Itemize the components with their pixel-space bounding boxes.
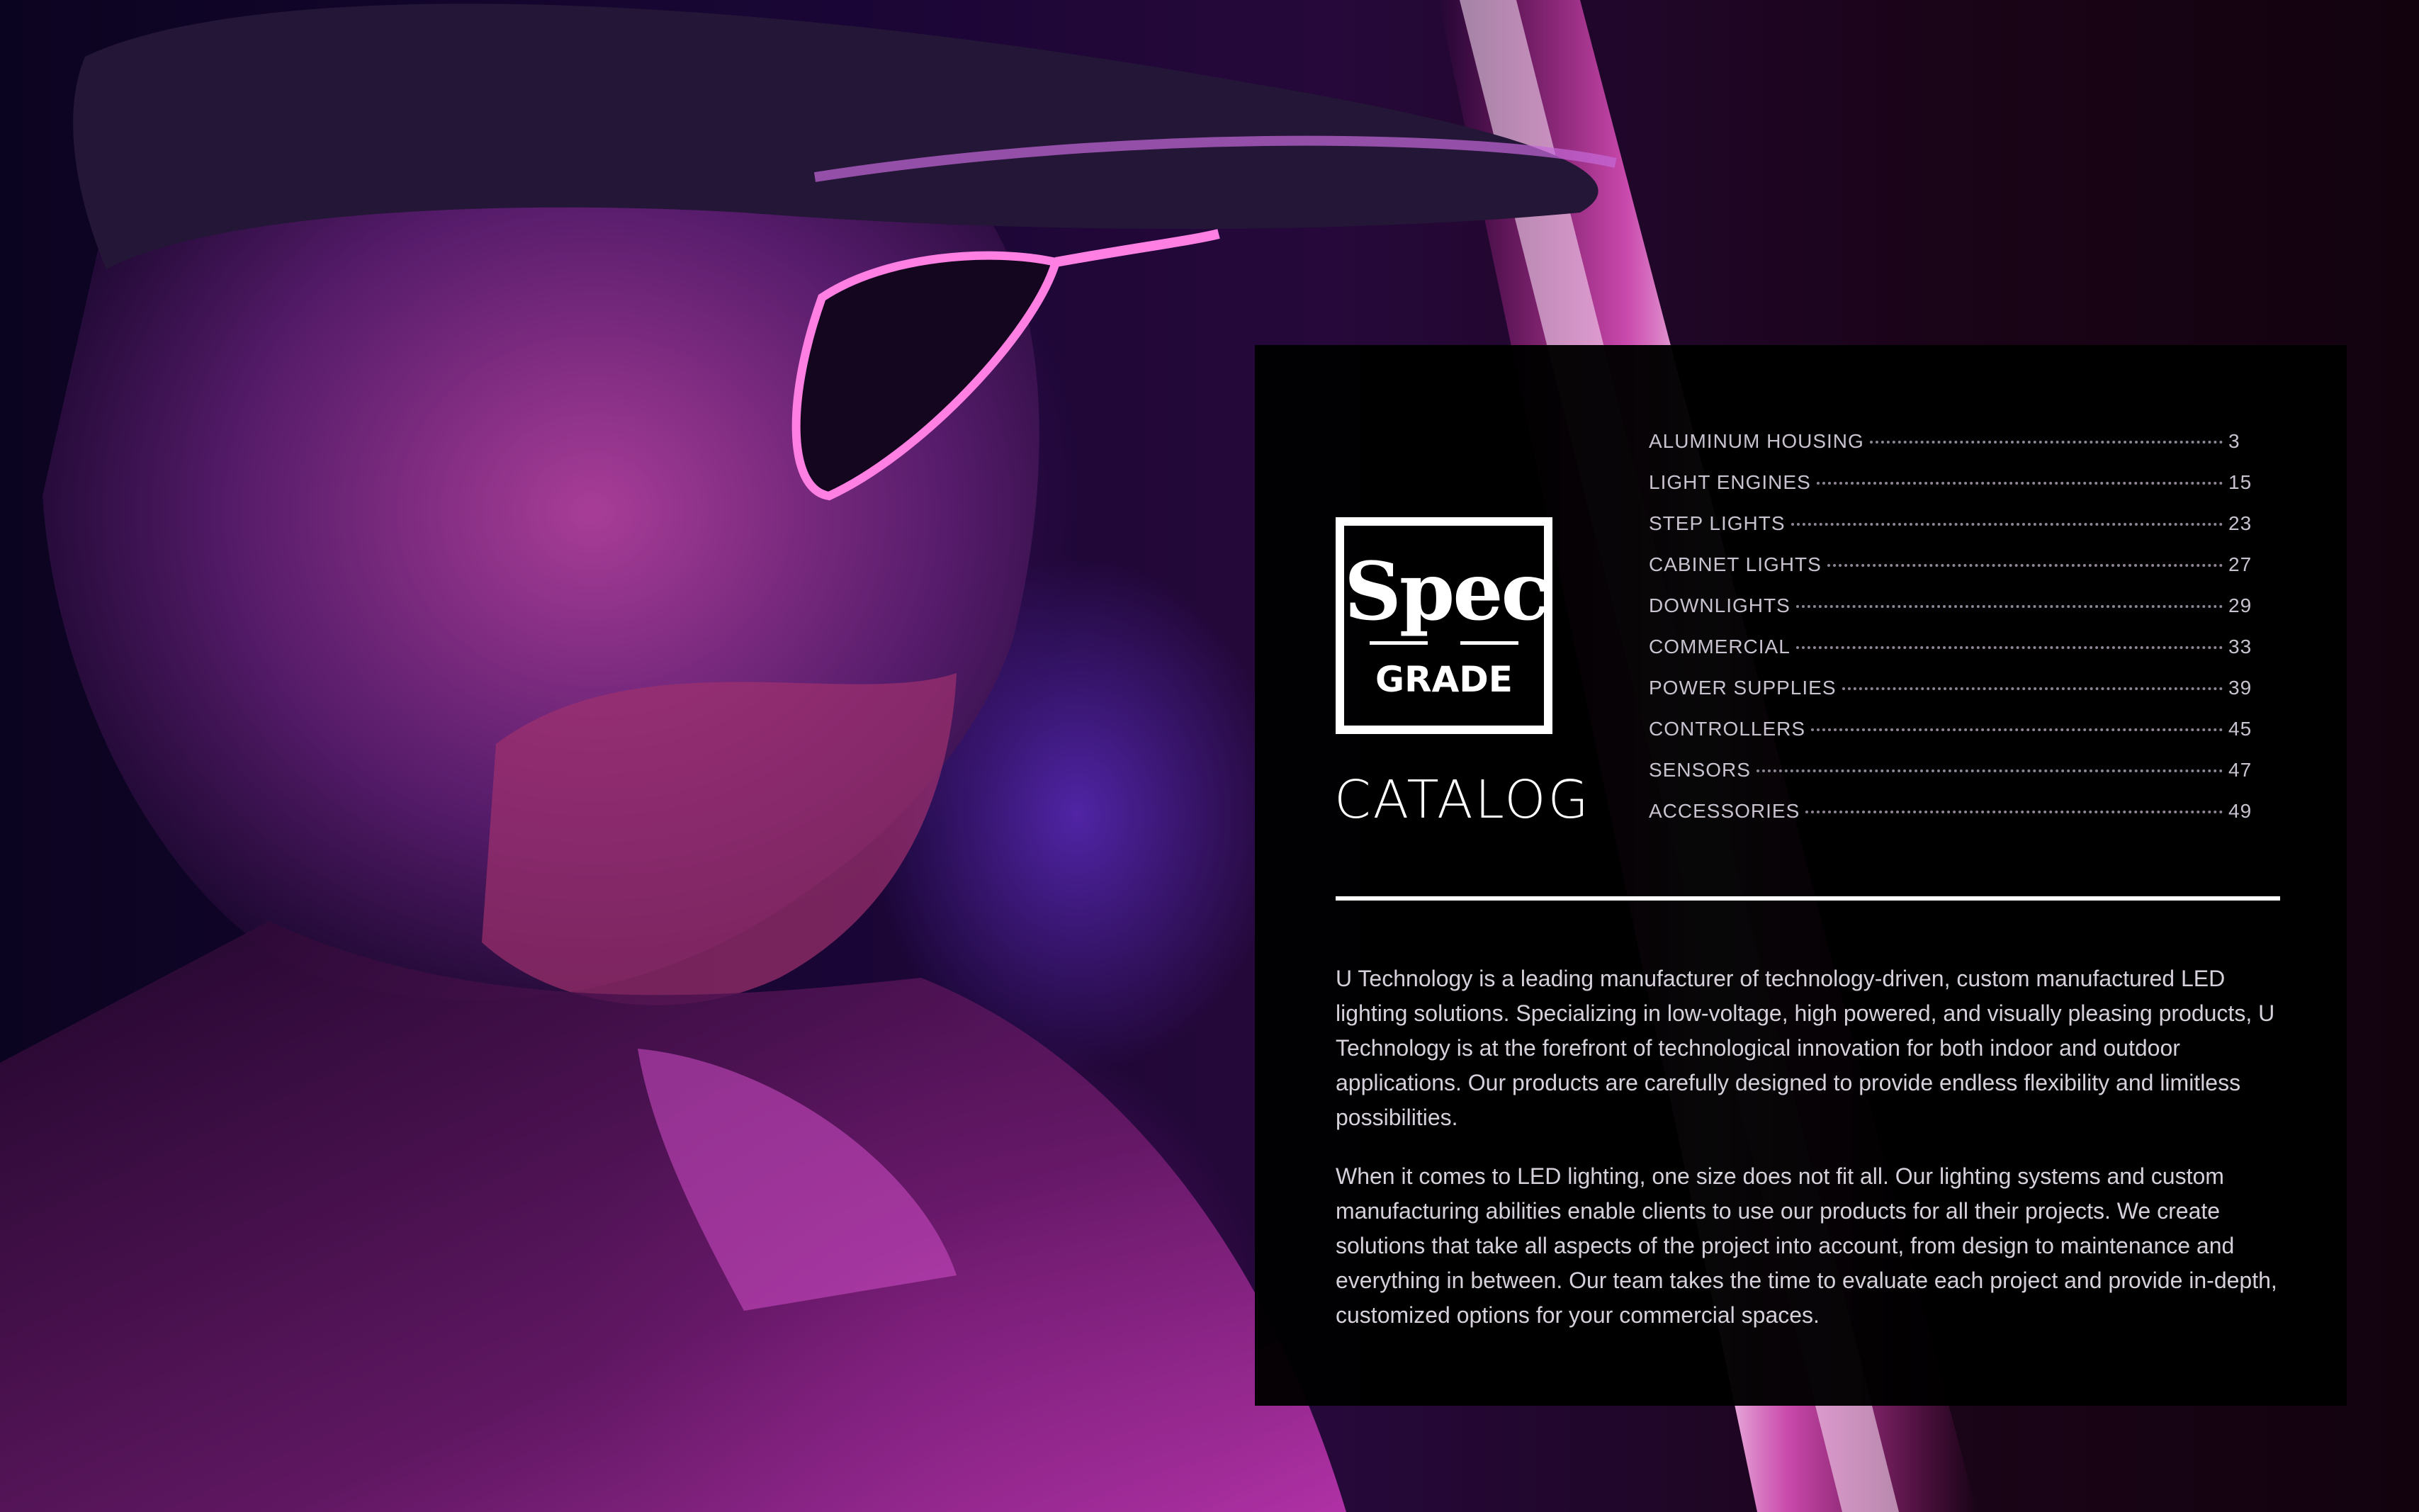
spec-grade-logo: Spec GRADE bbox=[1336, 517, 1552, 734]
toc-entry-label: CABINET LIGHTS bbox=[1649, 553, 1822, 575]
toc-entry[interactable]: ALUMINUM HOUSING 3 bbox=[1649, 430, 2257, 471]
toc-entry-label: CONTROLLERS bbox=[1649, 718, 1806, 740]
toc-leader-dots bbox=[1842, 687, 2223, 690]
toc-entry[interactable]: CABINET LIGHTS 27 bbox=[1649, 553, 2257, 594]
catalog-title: CATALOG bbox=[1334, 769, 1591, 830]
toc-entry-page: 49 bbox=[2228, 800, 2252, 822]
toc-leader-dots bbox=[1795, 605, 2223, 608]
toc-leader-dots bbox=[1869, 441, 2223, 444]
toc-entry-label: ALUMINUM HOUSING bbox=[1649, 430, 1864, 452]
toc-entry-page: 15 bbox=[2228, 471, 2252, 493]
toc-entry-label: ACCESSORIES bbox=[1649, 800, 1800, 822]
toc-entry[interactable]: POWER SUPPLIES 39 bbox=[1649, 677, 2257, 718]
logo-word-spec: Spec bbox=[1344, 546, 1550, 638]
company-description: U Technology is a leading manufacturer o… bbox=[1336, 961, 2278, 1357]
toc-entry-page: 39 bbox=[2228, 677, 2252, 699]
toc-entry[interactable]: ACCESSORIES 49 bbox=[1649, 800, 2257, 841]
toc-entry[interactable]: STEP LIGHTS 23 bbox=[1649, 512, 2257, 553]
toc-entry-page: 47 bbox=[2228, 759, 2252, 781]
toc-leader-dots bbox=[1756, 769, 2223, 772]
logo-word-grade: GRADE bbox=[1375, 659, 1513, 700]
toc-entry[interactable]: LIGHT ENGINES 15 bbox=[1649, 471, 2257, 512]
logo-rule-right bbox=[1460, 641, 1518, 645]
toc-entry-label: LIGHT ENGINES bbox=[1649, 471, 1811, 493]
toc-entry[interactable]: CONTROLLERS 45 bbox=[1649, 718, 2257, 759]
toc-entry-label: POWER SUPPLIES bbox=[1649, 677, 1837, 699]
toc-entry[interactable]: SENSORS 47 bbox=[1649, 759, 2257, 800]
table-of-contents: ALUMINUM HOUSING 3 LIGHT ENGINES 15 STEP… bbox=[1649, 430, 2257, 841]
toc-leader-dots bbox=[1811, 728, 2223, 731]
toc-leader-dots bbox=[1791, 523, 2223, 526]
description-paragraph-2: When it comes to LED lighting, one size … bbox=[1336, 1163, 2277, 1328]
section-divider bbox=[1336, 896, 2280, 901]
toc-entry[interactable]: COMMERCIAL 33 bbox=[1649, 636, 2257, 677]
catalog-info-panel: Spec GRADE CATALOG ALUMINUM HOUSING 3 LI… bbox=[1255, 345, 2347, 1406]
toc-leader-dots bbox=[1805, 811, 2223, 813]
toc-entry[interactable]: DOWNLIGHTS 29 bbox=[1649, 594, 2257, 636]
toc-entry-label: DOWNLIGHTS bbox=[1649, 594, 1791, 616]
toc-entry-label: STEP LIGHTS bbox=[1649, 512, 1786, 534]
toc-leader-dots bbox=[1827, 564, 2223, 567]
catalog-page: Spec GRADE CATALOG ALUMINUM HOUSING 3 LI… bbox=[0, 0, 2419, 1512]
toc-entry-label: COMMERCIAL bbox=[1649, 636, 1791, 658]
logo-rule-left bbox=[1370, 641, 1428, 645]
toc-entry-page: 27 bbox=[2228, 553, 2252, 575]
toc-leader-dots bbox=[1795, 646, 2223, 649]
description-paragraph-1: U Technology is a leading manufacturer o… bbox=[1336, 966, 2275, 1130]
toc-entry-page: 33 bbox=[2228, 636, 2252, 658]
toc-entry-page: 45 bbox=[2228, 718, 2252, 740]
toc-entry-label: SENSORS bbox=[1649, 759, 1751, 781]
toc-leader-dots bbox=[1816, 482, 2223, 485]
toc-entry-page: 3 bbox=[2228, 430, 2240, 452]
toc-entry-page: 29 bbox=[2228, 594, 2252, 616]
toc-entry-page: 23 bbox=[2228, 512, 2252, 534]
